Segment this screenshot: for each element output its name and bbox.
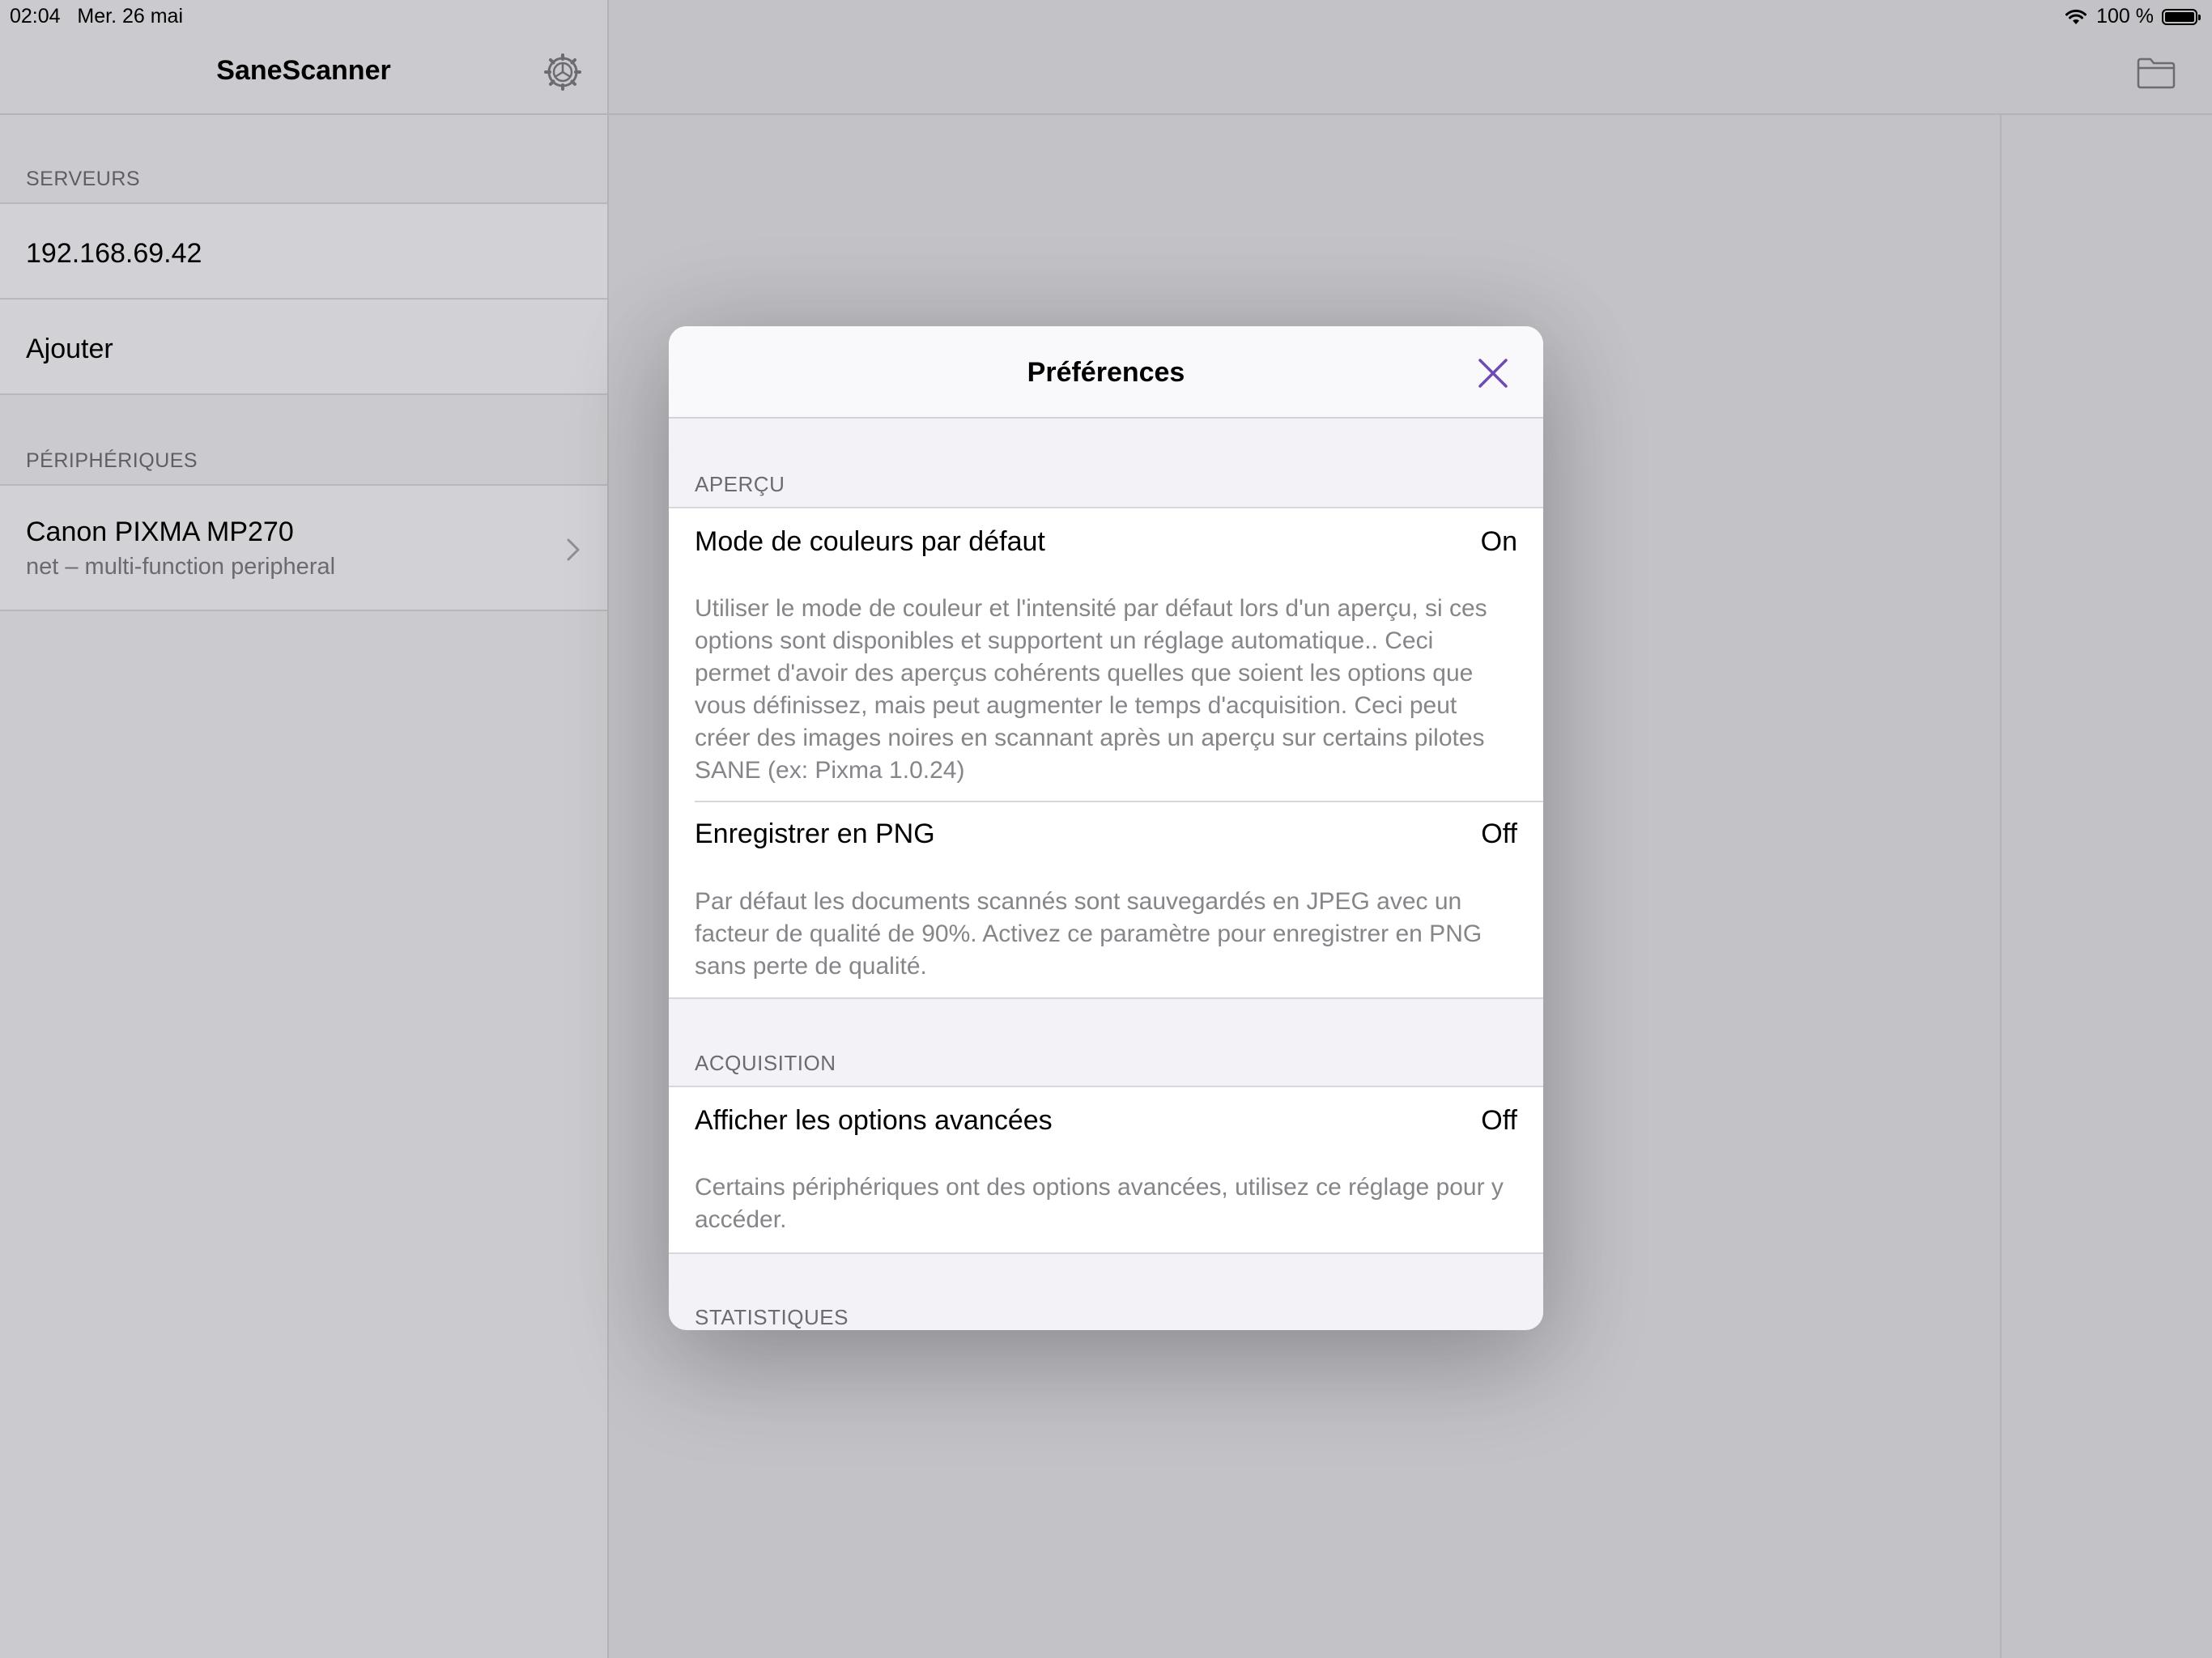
device-name: Canon PIXMA MP270 (26, 517, 294, 547)
default-color-mode-label: Mode de couleurs par défaut (695, 526, 1045, 557)
server-row[interactable]: 192.168.69.42 (0, 202, 607, 298)
status-time-date: 02:04 Mer. 26 mai (10, 5, 183, 28)
detail-divider (2000, 113, 2001, 1658)
stats-section-header: STATISTIQUES (695, 1305, 849, 1329)
advanced-options-description: Certains périphériques ont des options a… (695, 1174, 1504, 1233)
chevron-right-icon (567, 538, 580, 561)
battery-icon (2162, 8, 2201, 25)
server-address: 192.168.69.42 (26, 238, 202, 269)
battery-percent: 100 % (2096, 5, 2154, 28)
close-icon[interactable] (1475, 355, 1511, 391)
preview-group: Mode de couleurs par défaut On Utiliser … (669, 507, 1543, 999)
save-png-label: Enregistrer en PNG (695, 818, 935, 849)
save-png-row[interactable]: Enregistrer en PNG Off (669, 802, 1543, 859)
preferences-modal: Préférences APERÇU Mode de couleurs par … (669, 326, 1543, 1330)
device-subtitle: net – multi-function peripheral (26, 554, 336, 580)
sidebar: SaneScanner SERVEURS 192.168.69.42 Ajout… (0, 0, 609, 1658)
app-title: SaneScanner (216, 55, 391, 86)
add-server-label: Ajouter (26, 334, 113, 364)
servers-section-header: SERVEURS (26, 168, 141, 190)
advanced-options-row[interactable]: Afficher les options avancées Off (669, 1087, 1543, 1144)
acquisition-section-header: ACQUISITION (695, 1051, 836, 1075)
gear-icon[interactable] (544, 53, 581, 91)
save-png-description: Par défaut les documents scannés sont sa… (695, 888, 1482, 980)
status-bar: 02:04 Mer. 26 mai 100 % (0, 0, 2212, 32)
add-server-row[interactable]: Ajouter (0, 298, 607, 395)
modal-title: Préférences (1027, 357, 1185, 388)
status-date: Mer. 26 mai (77, 5, 184, 28)
modal-header: Préférences (669, 326, 1543, 419)
acquisition-group: Afficher les options avancées Off Certai… (669, 1086, 1543, 1254)
default-color-mode-description: Utiliser le mode de couleur et l'intensi… (695, 595, 1487, 784)
devices-section-header: PÉRIPHÉRIQUES (26, 449, 198, 472)
save-png-value[interactable]: Off (1481, 818, 1517, 850)
folder-icon[interactable] (2136, 57, 2176, 89)
advanced-options-label: Afficher les options avancées (695, 1105, 1053, 1136)
status-time: 02:04 (10, 5, 61, 28)
wifi-icon (2065, 9, 2087, 24)
default-color-mode-row[interactable]: Mode de couleurs par défaut On (669, 508, 1543, 565)
device-row[interactable]: Canon PIXMA MP270 net – multi-function p… (0, 484, 607, 611)
default-color-mode-value[interactable]: On (1481, 526, 1517, 558)
status-indicators: 100 % (2064, 5, 2201, 28)
advanced-options-value[interactable]: Off (1481, 1105, 1517, 1137)
preview-section-header: APERÇU (695, 472, 785, 496)
